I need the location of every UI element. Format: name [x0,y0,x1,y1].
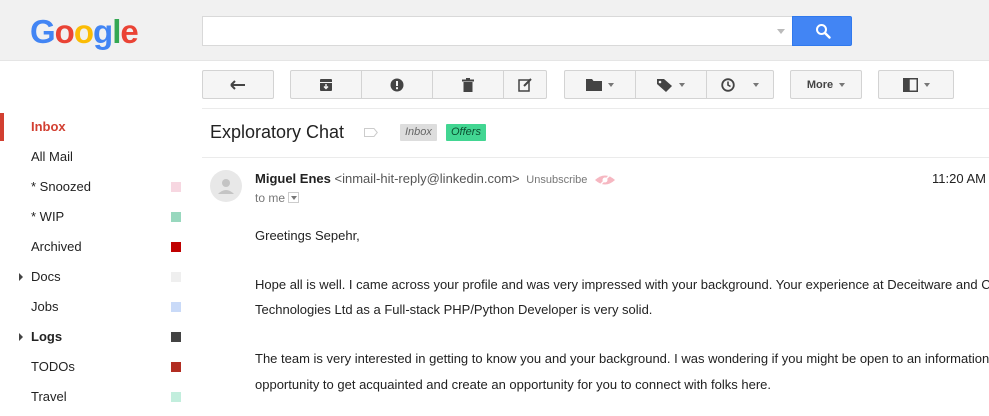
toggle-split-pane-button[interactable] [878,70,954,99]
sender-name[interactable]: Miguel Enes [255,171,331,186]
thread-subject: Exploratory Chat [210,122,345,142]
move-to-button[interactable] [564,70,636,99]
recipients-label: to me [255,191,286,205]
label-color-swatch[interactable] [171,272,181,282]
clock-icon [721,77,735,92]
sidebar-item-travel[interactable]: Travel [0,382,200,412]
label-color-swatch[interactable] [171,332,181,342]
split-pane-icon [902,77,918,92]
label-color-swatch[interactable] [171,212,181,222]
label-color-swatch[interactable] [171,242,181,252]
top-header: Google [0,0,989,61]
back-arrow-icon [230,79,245,90]
person-icon [218,179,234,194]
sidebar-item-logs[interactable]: Logs [0,322,200,352]
label-color-swatch[interactable] [171,362,181,372]
sidebar-item-label: Docs [31,269,61,284]
expand-arrow-icon[interactable] [19,273,23,281]
label-color-swatch[interactable] [171,392,181,402]
unsubscribe-link[interactable]: Unsubscribe [526,174,587,186]
sidebar-item-label: Jobs [31,299,59,314]
logo-letter: g [93,13,113,50]
label-color-swatch[interactable] [171,302,181,312]
importance-marker-icon[interactable] [364,128,378,137]
message-line: Hope all is well. I came across your pro… [255,277,989,292]
sidebar-item-jobs[interactable]: Jobs [0,292,200,322]
sidebar-item-label: * WIP [31,209,65,224]
sidebar-item-label: * Snoozed [31,179,91,194]
chevron-down-icon [753,82,759,87]
more-label: More [806,78,834,91]
report-spam-button[interactable] [361,70,433,99]
archive-button[interactable] [290,70,362,99]
chevron-down-icon [923,82,930,87]
sidebar-item-todos[interactable]: TODOs [0,352,200,382]
sidebar-item-wip[interactable]: * WIP [0,202,200,232]
chevron-down-icon [679,82,685,87]
message-line: Greetings Sepehr, [255,228,360,243]
sidebar-item-archived[interactable]: Archived [0,232,200,262]
organize-button-group [564,70,774,99]
sidebar-item-label: Travel [31,389,67,404]
sidebar-item-inbox[interactable]: Inbox [0,112,200,142]
delete-button[interactable] [432,70,504,99]
sidebar-nav: Inbox All Mail * Snoozed * WIP Archived Docs J… [0,112,200,412]
report-spam-icon [390,78,404,91]
trash-icon [462,77,474,92]
edit-icon [517,78,532,92]
tag-icon [657,78,672,92]
folder-icon [586,79,602,91]
sidebar-item-label: Inbox [31,119,66,134]
snooze-button[interactable] [706,70,774,99]
logo-letter: o [54,13,75,50]
labels-button[interactable] [635,70,707,99]
toolbar-divider [202,108,989,109]
subject-divider [202,157,989,158]
chevron-down-icon [608,82,614,87]
more-button[interactable]: More [790,70,862,99]
tracking-eye-icon[interactable] [594,173,616,187]
sidebar-item-label: TODOs [31,359,75,374]
search-input[interactable] [202,16,793,46]
sidebar-item-snoozed[interactable]: * Snoozed [0,172,200,202]
message-line: opportunity to get acquainted and create… [255,377,771,392]
message-line: Technologies Ltd as a Full-stack PHP/Pyt… [255,302,653,317]
sidebar-item-label: Archived [31,239,82,254]
expand-arrow-icon[interactable] [19,333,23,341]
label-color-swatch[interactable] [171,182,181,192]
logo-letter: e [120,13,138,50]
sidebar-item-label: All Mail [31,149,73,164]
sender-email: <inmail-hit-reply@linkedin.com> [334,171,520,186]
logo-letter: G [30,13,56,50]
logo-letter: o [73,13,94,50]
archive-icon [320,78,332,91]
google-logo[interactable]: Google [30,13,139,51]
message-line: The team is very interested in getting t… [255,351,989,366]
sidebar-item-all-mail[interactable]: All Mail [0,142,200,172]
message-time: 11:20 AM [932,171,986,186]
avatar[interactable] [210,170,242,202]
sidebar-item-docs[interactable]: Docs [0,262,200,292]
search-options-caret-icon[interactable] [777,29,785,34]
search-icon [816,24,831,39]
action-button-group [290,70,547,99]
chevron-down-icon [839,82,846,87]
sidebar-item-label: Logs [31,329,63,344]
search-button[interactable] [792,16,852,46]
label-chip-inbox[interactable]: Inbox [400,124,437,141]
back-button[interactable] [202,70,274,99]
sender-line: Miguel Enes <inmail-hit-reply@linkedin.c… [255,171,616,187]
label-chip-offers[interactable]: Offers [446,124,486,141]
recipients-toggle[interactable]: to me [255,191,300,205]
chevron-down-icon[interactable] [288,192,300,204]
edit-button[interactable] [503,70,547,99]
